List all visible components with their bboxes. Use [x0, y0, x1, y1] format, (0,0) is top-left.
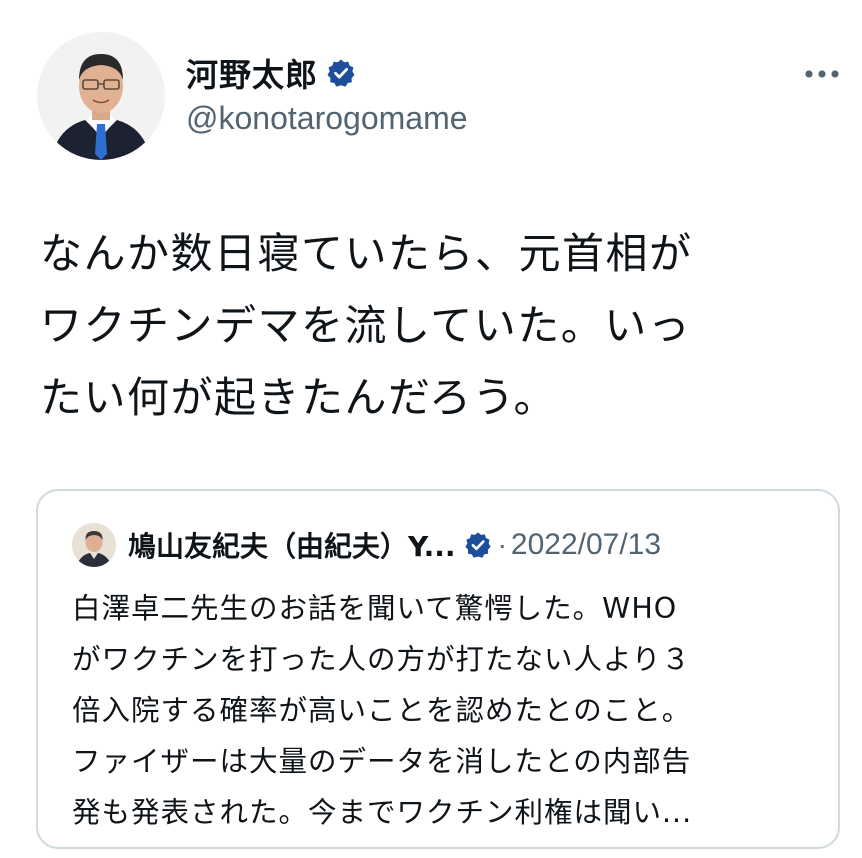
tweet-text-line: たい何が起きたんだろう。: [40, 373, 557, 422]
quoted-author-name[interactable]: 鳩山友紀夫（由紀夫）Y...: [128, 525, 456, 565]
quoted-tweet-text: 白澤卓二先生のお話を聞いて驚愕した。WHO がワクチンを打った人の方が打たない人…: [72, 583, 832, 838]
tweet-text-line: ワクチンデマを流していた。いっ: [40, 301, 692, 350]
verified-badge-icon: [326, 58, 356, 88]
tweet-text-line: なんか数日寝ていたら、元首相が: [40, 229, 693, 278]
quoted-header: 鳩山友紀夫（由紀夫）Y... · 2022/07/13: [128, 525, 661, 565]
quoted-text-line: 発も発表された。今までワクチン利権は聞い...: [72, 796, 693, 829]
author-avatar[interactable]: [37, 32, 165, 160]
verified-badge-icon: [464, 531, 492, 559]
author-name-row: 河野太郎: [186, 50, 356, 96]
separator-dot: ·: [497, 529, 507, 560]
tweet: 河野太郎 @konotarogomame なんか数日寝ていたら、元首相が ワクチ…: [0, 0, 862, 858]
quoted-text-line: がワクチンを打った人の方が打たない人より３: [72, 643, 691, 676]
quoted-date[interactable]: 2022/07/13: [511, 528, 661, 562]
author-display-name[interactable]: 河野太郎: [186, 50, 318, 96]
quoted-text-line: 白澤卓二先生のお話を聞いて驚愕した。WHO: [72, 592, 678, 625]
quoted-text-line: 倍入院する確率が高いことを認めたとのこと。: [72, 694, 692, 727]
author-handle[interactable]: @konotarogomame: [186, 100, 468, 137]
quoted-text-line: ファイザーは大量のデータを消したとの内部告: [72, 745, 692, 778]
more-options-button[interactable]: [800, 60, 844, 88]
quoted-tweet-card[interactable]: 鳩山友紀夫（由紀夫）Y... · 2022/07/13 白澤卓二先生のお話を聞い…: [36, 489, 840, 849]
tweet-text: なんか数日寝ていたら、元首相が ワクチンデマを流していた。いっ たい何が起きたん…: [40, 218, 830, 434]
quoted-author-avatar[interactable]: [72, 523, 116, 567]
screenshot-frame: 河野太郎 @konotarogomame なんか数日寝ていたら、元首相が ワクチ…: [0, 0, 862, 858]
more-horizontal-icon: [805, 70, 839, 78]
